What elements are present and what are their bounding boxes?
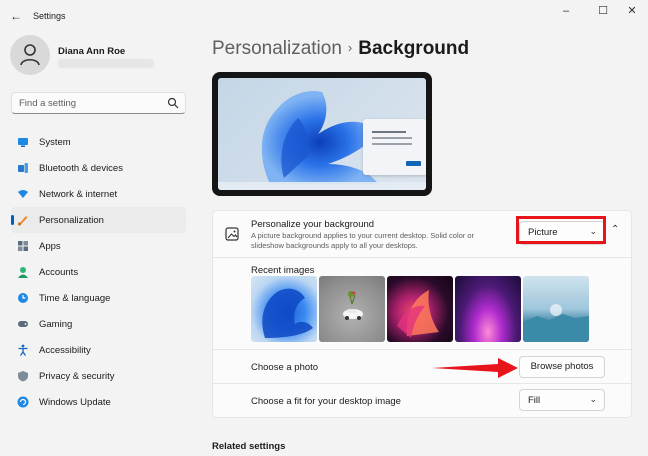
- sidebar-item-label: Bluetooth & devices: [39, 163, 123, 174]
- accessibility-icon: [18, 344, 28, 356]
- sidebar-item-label: Accessibility: [39, 345, 91, 356]
- sidebar-item-label: Network & internet: [39, 189, 118, 200]
- recent-images-title: Recent images: [251, 265, 315, 276]
- sidebar-item-label: Gaming: [39, 319, 73, 330]
- page-title: Background: [358, 38, 470, 59]
- sidebar-item-label: Apps: [39, 241, 61, 252]
- preview-taskbar: [218, 182, 426, 190]
- sidebar-item-privacy[interactable]: Privacy & security: [11, 363, 186, 389]
- personalize-title: Personalize your background: [251, 219, 375, 230]
- preview-screen: [218, 78, 426, 190]
- recent-image-2[interactable]: [319, 276, 385, 342]
- highlight-box: [516, 216, 606, 244]
- search-placeholder: Find a setting: [19, 98, 77, 109]
- gaming-icon: [18, 321, 28, 327]
- personalization-icon: [18, 216, 28, 226]
- preview-window: [363, 119, 426, 175]
- sidebar-item-label: Windows Update: [39, 397, 111, 408]
- back-arrow-icon[interactable]: ←: [8, 8, 24, 24]
- recent-image-3[interactable]: [387, 276, 453, 342]
- avatar: [10, 35, 50, 75]
- maximize-icon[interactable]: ☐: [593, 4, 613, 18]
- image-fit-row: Choose a fit for your desktop image Fill…: [212, 384, 632, 418]
- sidebar-item-time-language[interactable]: Time & language: [11, 285, 186, 311]
- recent-images-section: Recent images: [212, 258, 632, 350]
- sidebar-item-accessibility[interactable]: Accessibility: [11, 337, 186, 363]
- system-icon: [18, 138, 28, 147]
- privacy-icon: [18, 371, 28, 382]
- sidebar-item-apps[interactable]: Apps: [11, 233, 186, 259]
- sidebar-item-network[interactable]: Network & internet: [11, 181, 186, 207]
- apps-icon: [18, 241, 28, 251]
- close-icon[interactable]: ✕: [622, 4, 642, 18]
- bluetooth-icon: [18, 163, 28, 173]
- breadcrumb-parent[interactable]: Personalization: [212, 38, 342, 59]
- sidebar-item-system[interactable]: System: [11, 129, 186, 155]
- sidebar-item-bluetooth[interactable]: Bluetooth & devices: [11, 155, 186, 181]
- sidebar-item-label: Privacy & security: [39, 371, 115, 382]
- picture-icon: [225, 227, 239, 241]
- user-email-blurred: [58, 59, 154, 68]
- user-icon: [20, 44, 40, 66]
- chevron-up-icon[interactable]: ⌃: [611, 224, 619, 235]
- search-input[interactable]: Find a setting: [11, 92, 186, 114]
- search-icon[interactable]: [167, 97, 179, 109]
- desktop-preview: [212, 72, 432, 196]
- title-bar: ← Settings – ☐ ✕: [0, 0, 648, 32]
- choose-photo-label: Choose a photo: [251, 362, 319, 373]
- network-icon: [18, 190, 28, 198]
- related-settings-title: Related settings: [212, 441, 286, 452]
- sidebar-item-label: System: [39, 137, 71, 148]
- time-language-icon: [18, 293, 28, 303]
- chevron-down-icon: ⌄: [589, 394, 597, 404]
- sidebar-item-label: Personalization: [39, 215, 104, 226]
- browse-photos-button[interactable]: Browse photos: [519, 356, 605, 378]
- breadcrumb: Personalization › Background: [212, 38, 469, 60]
- sidebar-item-gaming[interactable]: Gaming: [11, 311, 186, 337]
- sidebar-item-label: Accounts: [39, 267, 79, 278]
- pointer-arrow-icon: [432, 358, 518, 378]
- recent-image-4[interactable]: [455, 276, 521, 342]
- accounts-icon: [18, 267, 28, 278]
- minimize-icon[interactable]: –: [556, 4, 576, 18]
- personalize-description: A picture background applies to your cur…: [251, 231, 475, 250]
- breadcrumb-separator: ›: [347, 40, 353, 55]
- recent-image-5[interactable]: [523, 276, 589, 342]
- fit-dropdown[interactable]: Fill ⌄: [519, 389, 605, 411]
- fit-value: Fill: [528, 395, 541, 406]
- sidebar-item-personalization[interactable]: Personalization: [11, 207, 186, 233]
- sidebar-item-accounts[interactable]: Accounts: [11, 259, 186, 285]
- fit-label: Choose a fit for your desktop image: [251, 396, 401, 407]
- choose-photo-row: Choose a photo Browse photos: [212, 350, 632, 384]
- sidebar-item-label: Time & language: [39, 293, 111, 304]
- recent-image-1[interactable]: [251, 276, 317, 342]
- sidebar-item-windows-update[interactable]: Windows Update: [11, 389, 186, 415]
- windows-update-icon: [17, 396, 29, 408]
- window-title: Settings: [33, 11, 66, 21]
- sidebar-nav: System Bluetooth & devices Network & int…: [11, 129, 186, 415]
- user-name: Diana Ann Roe: [58, 46, 126, 57]
